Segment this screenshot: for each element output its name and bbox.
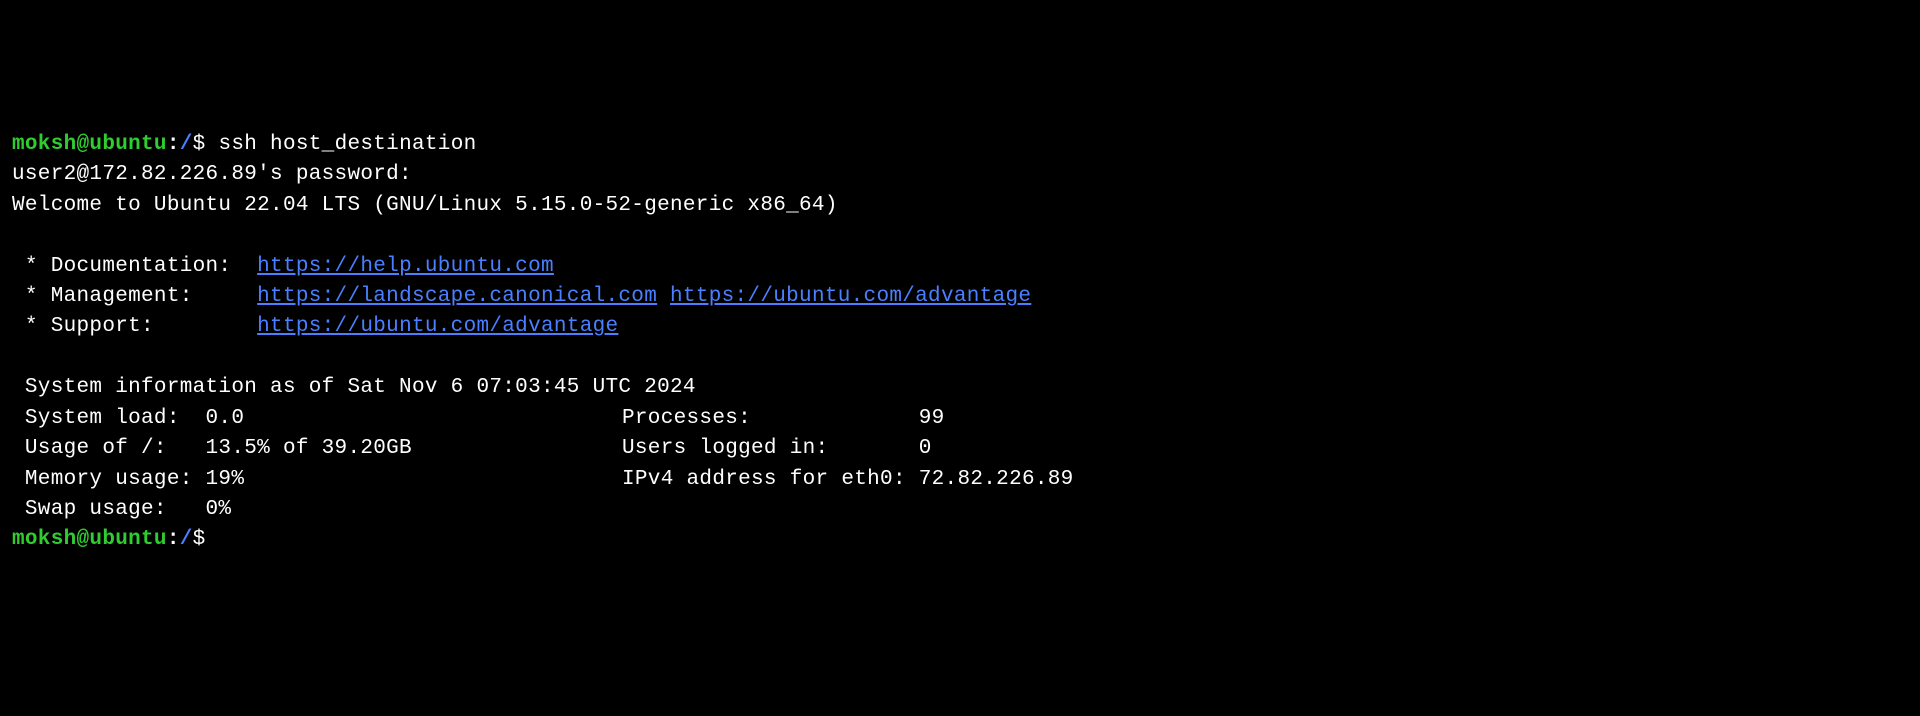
disk-usage-value: 13.5% of 39.20GB — [206, 437, 412, 460]
support-line: * Support: https://ubuntu.com/advantage — [12, 312, 1908, 342]
memory-label: Memory usage: — [12, 468, 206, 491]
swap-value: 0% — [206, 498, 232, 521]
prompt-colon-2: : — [167, 528, 180, 551]
prompt-path: / — [180, 133, 193, 156]
blank-line — [12, 221, 1908, 251]
prompt-colon: : — [167, 133, 180, 156]
disk-usage-label: Usage of /: — [12, 437, 206, 460]
processes-value: 99 — [919, 407, 945, 430]
management-link-2[interactable]: https://ubuntu.com/advantage — [670, 285, 1031, 308]
blank-line-2 — [12, 343, 1908, 373]
doc-label: * Documentation: — [12, 255, 257, 278]
doc-line: * Documentation: https://help.ubuntu.com — [12, 252, 1908, 282]
prompt-dollar: $ — [193, 133, 219, 156]
ipv4-label: IPv4 address for eth0: — [622, 468, 919, 491]
prompt-user: moksh@ubuntu — [12, 133, 167, 156]
prompt-line-2: moksh@ubuntu:/$ — [12, 525, 1908, 555]
users-value: 0 — [919, 437, 932, 460]
prompt-line-1: moksh@ubuntu:/$ ssh host_destination — [12, 130, 1908, 160]
prompt-user-2: moksh@ubuntu — [12, 528, 167, 551]
support-label: * Support: — [12, 315, 257, 338]
prompt-path-2: / — [180, 528, 193, 551]
sysinfo-row-2: Usage of /: 13.5% of 39.20GB Users logged… — [12, 434, 1908, 464]
sysinfo-header: System information as of Sat Nov 6 07:03… — [12, 373, 1908, 403]
documentation-link[interactable]: https://help.ubuntu.com — [257, 255, 554, 278]
management-link-1[interactable]: https://landscape.canonical.com — [257, 285, 657, 308]
command-text: ssh host_destination — [218, 133, 476, 156]
ipv4-value: 72.82.226.89 — [919, 468, 1074, 491]
welcome-line: Welcome to Ubuntu 22.04 LTS (GNU/Linux 5… — [12, 191, 1908, 221]
system-load-label: System load: — [12, 407, 206, 430]
system-load-value: 0.0 — [206, 407, 245, 430]
terminal-output[interactable]: moksh@ubuntu:/$ ssh host_destinationuser… — [12, 130, 1908, 556]
mgmt-line: * Management: https://landscape.canonica… — [12, 282, 1908, 312]
password-prompt: user2@172.82.226.89's password: — [12, 160, 1908, 190]
support-link[interactable]: https://ubuntu.com/advantage — [257, 315, 618, 338]
memory-value: 19% — [206, 468, 245, 491]
processes-label: Processes: — [622, 407, 919, 430]
prompt-dollar-2: $ — [193, 528, 206, 551]
users-label: Users logged in: — [622, 437, 919, 460]
sysinfo-row-3: Memory usage: 19%IPv4 address for eth0: … — [12, 465, 1908, 495]
sysinfo-row-4: Swap usage: 0% — [12, 495, 1908, 525]
swap-label: Swap usage: — [12, 498, 206, 521]
mgmt-label: * Management: — [12, 285, 257, 308]
sysinfo-row-1: System load: 0.0 Processes: 99 — [12, 404, 1908, 434]
